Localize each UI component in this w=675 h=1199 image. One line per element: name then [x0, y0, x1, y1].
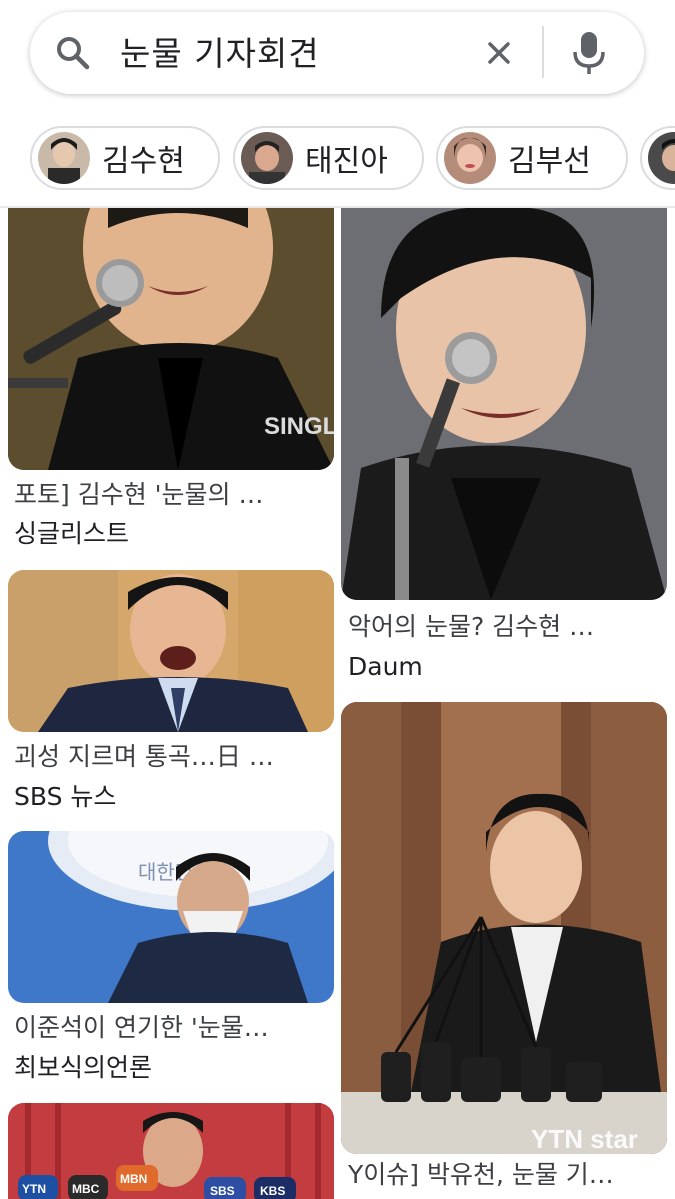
- chip-kim-bu-seon[interactable]: 김부선: [436, 126, 628, 190]
- result-image[interactable]: SINGLE LIST: [8, 208, 334, 470]
- result-image[interactable]: [8, 570, 334, 732]
- result-source[interactable]: SBS 뉴스: [14, 782, 116, 812]
- result-source[interactable]: 싱글리스트: [14, 519, 129, 549]
- result-caption[interactable]: 악어의 눈물? 김수현 …: [348, 612, 664, 642]
- result-image[interactable]: YTN MBC MBN SBS KBS: [8, 1103, 334, 1199]
- search-icon[interactable]: [56, 36, 90, 70]
- watermark: SINGLE LIST: [264, 413, 334, 440]
- result-caption[interactable]: 괴성 지르며 통곡…日 …: [14, 742, 330, 772]
- chip-label: 김부선: [508, 144, 591, 179]
- suggestion-chips: 김수현 태진아 김부선: [0, 124, 675, 194]
- result-image[interactable]: 대한민국: [8, 831, 334, 1003]
- result-caption[interactable]: 이준석이 연기한 '눈물…: [14, 1013, 330, 1043]
- chip-avatar: [38, 132, 90, 184]
- result-image[interactable]: YTN star: [341, 702, 667, 1154]
- search-bar[interactable]: 눈물 기자회견: [30, 12, 644, 94]
- clear-icon[interactable]: [486, 40, 512, 66]
- chip-tae-jin-ah[interactable]: 태진아: [233, 126, 424, 190]
- watermark: YTN star: [531, 1124, 638, 1154]
- chip-kim-soo-hyun[interactable]: 김수현: [30, 126, 220, 190]
- mic-label: KBS: [260, 1184, 285, 1198]
- chip-avatar: [444, 132, 496, 184]
- result-image[interactable]: [341, 208, 667, 600]
- chip-avatar: [241, 132, 293, 184]
- chip-label: 태진아: [305, 144, 388, 179]
- mic-label: YTN: [22, 1182, 46, 1196]
- mic-label: MBC: [72, 1182, 100, 1196]
- chip-partial[interactable]: [640, 126, 675, 190]
- chip-avatar: [648, 132, 675, 184]
- result-caption[interactable]: Y이슈] 박유천, 눈물 기…: [348, 1160, 664, 1190]
- result-source[interactable]: 최보식의언론: [14, 1053, 152, 1083]
- search-divider: [542, 26, 544, 78]
- mic-label: MBN: [120, 1172, 147, 1186]
- mic-label: SBS: [210, 1184, 235, 1198]
- search-input[interactable]: 눈물 기자회견: [120, 34, 320, 74]
- chip-label: 김수현: [102, 144, 185, 179]
- result-source[interactable]: Daum: [348, 652, 423, 682]
- mic-icon[interactable]: [572, 30, 606, 76]
- result-caption[interactable]: 포토] 김수현 '눈물의 …: [14, 480, 330, 510]
